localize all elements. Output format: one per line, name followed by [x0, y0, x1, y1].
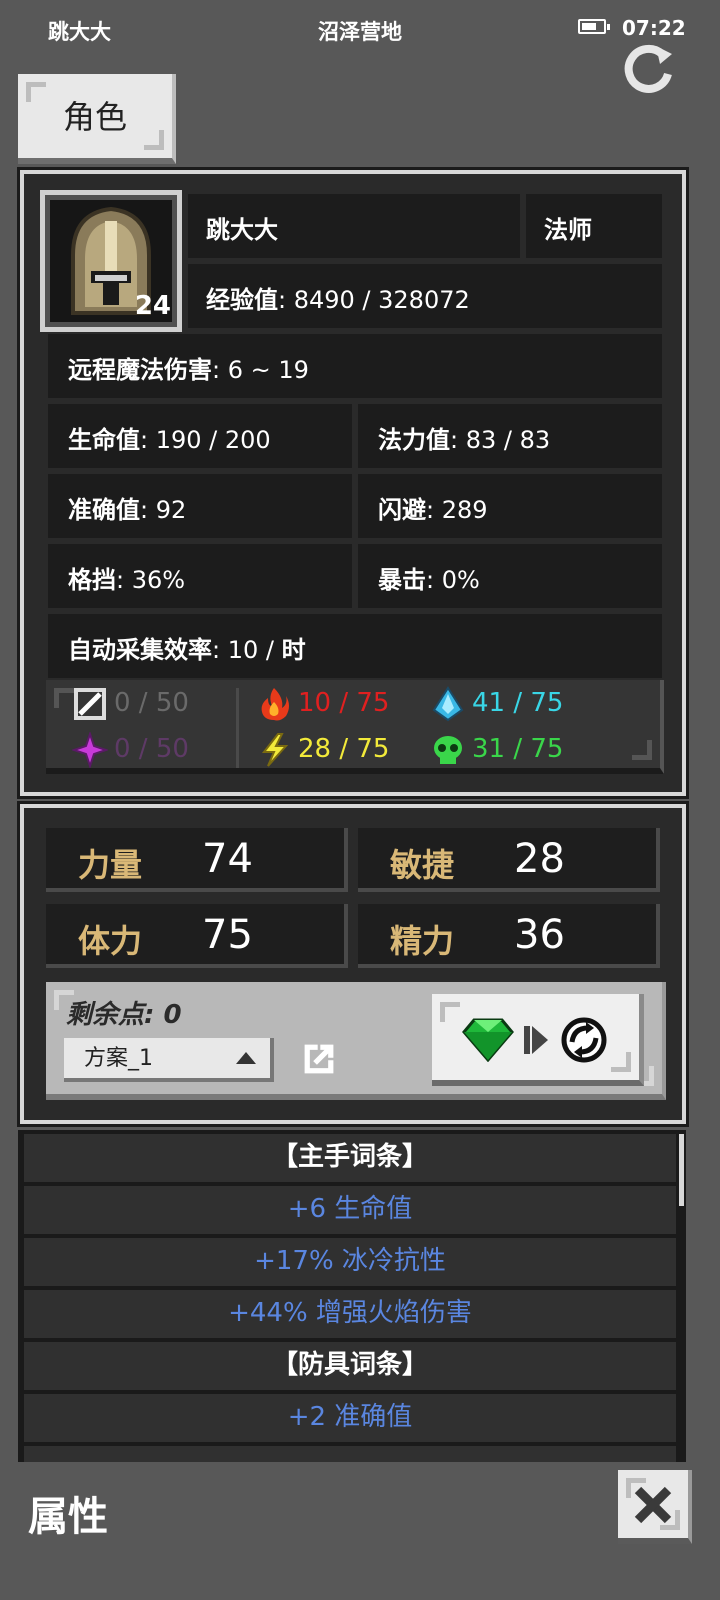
strength-stat[interactable]: 力量 74	[46, 828, 348, 892]
damage-value: : 6 ~ 19	[212, 356, 309, 384]
arcane-resist-icon	[72, 732, 108, 768]
divider	[236, 688, 239, 768]
battery-icon	[578, 19, 610, 34]
crit-value: : 0%	[426, 566, 480, 594]
physical-resist-icon	[74, 688, 106, 720]
gather-unit: 时	[281, 636, 306, 664]
poison-resist-value: 31 / 75	[472, 734, 564, 764]
scrollbar[interactable]	[679, 1134, 684, 1206]
dexterity-stat[interactable]: 敏捷 28	[358, 828, 660, 892]
page-title: 属性	[28, 1494, 108, 1540]
energy-label: 精力	[390, 922, 455, 960]
energy-stat[interactable]: 精力 36	[358, 904, 660, 968]
accuracy-cell: 准确值: 92	[48, 474, 352, 538]
dodge-value: : 289	[426, 496, 488, 524]
mp-cell: 法力值: 83 / 83	[358, 404, 662, 468]
dodge-cell: 闪避: 289	[358, 474, 662, 538]
lightning-resist-value: 28 / 75	[298, 734, 390, 764]
avatar[interactable]: 24	[40, 190, 182, 332]
affix-header: 【主手词条】	[24, 1134, 676, 1182]
vitality-stat[interactable]: 体力 75	[46, 904, 348, 968]
affix-item: +44% 增强火焰伤害	[24, 1290, 676, 1338]
tab-character[interactable]: 角色	[18, 74, 176, 164]
energy-value: 36	[514, 912, 565, 958]
hp-value: : 190 / 200	[140, 426, 271, 454]
points-box: 剩余点: 0 方案_1	[46, 982, 666, 1100]
class-cell: 法师	[526, 194, 662, 258]
name-cell: 跳大大	[188, 194, 520, 258]
exp-cell: 经验值: 8490 / 328072	[188, 264, 662, 328]
dexterity-label: 敏捷	[390, 846, 455, 884]
hp-cell: 生命值: 190 / 200	[48, 404, 352, 468]
tab-character-label: 角色	[62, 98, 127, 136]
poison-resist-icon	[434, 736, 462, 764]
affix-header: 【防具词条】	[24, 1342, 676, 1390]
plan-select-value: 方案_1	[84, 1046, 153, 1071]
affix-item	[24, 1446, 676, 1462]
dodge-label: 闪避	[378, 496, 426, 524]
plan-select[interactable]: 方案_1	[64, 1038, 274, 1082]
accuracy-value: : 92	[140, 496, 187, 524]
affix-list[interactable]: 【主手词条】 +6 生命值 +17% 冰冷抗性 +44% 增强火焰伤害 【防具词…	[18, 1130, 686, 1462]
damage-label: 远程魔法伤害	[68, 356, 212, 384]
export-icon[interactable]	[302, 1042, 336, 1076]
strength-value: 74	[202, 836, 253, 882]
level-badge: 24	[134, 291, 171, 321]
crit-cell: 暴击: 0%	[358, 544, 662, 608]
exp-value: : 8490 / 328072	[278, 286, 470, 314]
gather-value: : 10 /	[212, 636, 282, 664]
affix-item: +17% 冰冷抗性	[24, 1238, 676, 1286]
damage-cell: 远程魔法伤害: 6 ~ 19	[48, 334, 662, 398]
corner-decoration	[611, 1052, 631, 1072]
block-cell: 格挡: 36%	[48, 544, 352, 608]
vitality-label: 体力	[78, 922, 143, 960]
remaining-points: 剩余点: 0	[66, 1000, 182, 1030]
hp-label: 生命值	[68, 426, 140, 454]
character-panel: 24 跳大大 法师 经验值: 8490 / 328072 远程魔法伤害: 6 ~…	[20, 170, 686, 796]
resistance-bar: 0 / 50 0 / 50 10 / 75 28 / 75 41 / 75 31…	[46, 680, 664, 774]
block-label: 格挡	[68, 566, 116, 594]
physical-resist-value: 0 / 50	[114, 688, 189, 718]
gem-icon	[462, 1018, 514, 1062]
status-bar: 跳大大 沼泽营地 07:22	[0, 0, 720, 60]
lightning-resist-icon	[261, 733, 289, 767]
block-value: : 36%	[116, 566, 186, 594]
arcane-resist-value: 0 / 50	[114, 734, 189, 764]
character-name: 跳大大	[206, 216, 278, 244]
chevron-up-icon	[236, 1052, 256, 1064]
reset-points-button[interactable]	[432, 994, 644, 1086]
character-class: 法师	[544, 216, 592, 244]
arrow-right-icon	[524, 1026, 548, 1054]
gather-label: 自动采集效率	[68, 636, 212, 664]
refresh-icon[interactable]	[622, 44, 676, 98]
attributes-panel: 力量 74 敏捷 28 体力 75 精力 36 剩余点: 0 方案_1	[20, 804, 686, 1124]
mp-label: 法力值	[378, 426, 450, 454]
fire-resist-icon	[261, 688, 289, 721]
cold-resist-value: 41 / 75	[472, 688, 564, 718]
close-icon	[634, 1486, 672, 1524]
status-location: 沼泽营地	[318, 20, 402, 44]
corner-decoration	[144, 130, 164, 150]
accuracy-label: 准确值	[68, 496, 140, 524]
corner-decoration	[54, 688, 74, 708]
vitality-value: 75	[202, 912, 253, 958]
exp-label: 经验值	[206, 286, 278, 314]
corner-decoration	[440, 1002, 460, 1022]
close-button[interactable]	[618, 1470, 692, 1544]
strength-label: 力量	[78, 846, 143, 884]
crit-label: 暴击	[378, 566, 426, 594]
gather-cell: 自动采集效率: 10 / 时	[48, 614, 662, 678]
fire-resist-value: 10 / 75	[298, 688, 390, 718]
corner-decoration	[26, 82, 46, 102]
affix-item: +6 生命值	[24, 1186, 676, 1234]
cold-resist-icon	[432, 686, 464, 722]
affix-item: +2 准确值	[24, 1394, 676, 1442]
dexterity-value: 28	[514, 836, 565, 882]
corner-decoration	[632, 740, 652, 760]
mp-value: : 83 / 83	[450, 426, 551, 454]
status-time: 07:22	[622, 16, 686, 40]
reset-icon	[561, 1017, 607, 1063]
